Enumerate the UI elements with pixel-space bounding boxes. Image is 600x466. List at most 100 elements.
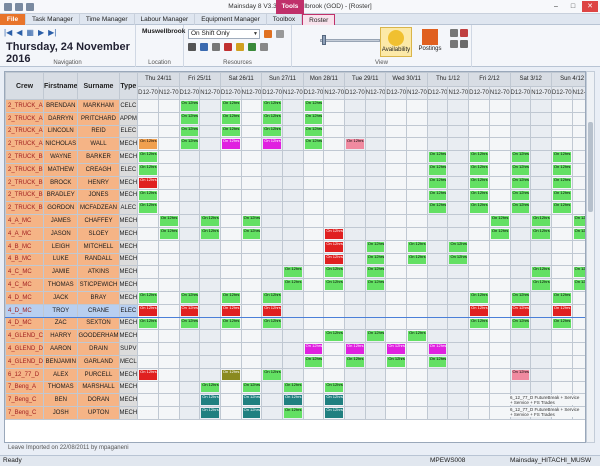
shift-block[interactable]: On 12hrs (159, 216, 178, 226)
shift-cell[interactable] (137, 380, 159, 395)
shift-block[interactable]: On 12hrs (325, 382, 344, 393)
crew-cell[interactable]: 4_D_MC (5, 290, 45, 305)
crew-cell[interactable]: 7_Beng_A (5, 380, 45, 395)
type-cell[interactable]: MECH (118, 252, 139, 267)
shift-cell[interactable] (157, 124, 180, 139)
shift-cell[interactable] (509, 137, 532, 152)
shift-cell[interactable] (240, 188, 263, 203)
shift-cell[interactable] (323, 137, 346, 152)
shift-cell[interactable] (219, 342, 242, 356)
shift-cell[interactable] (406, 380, 428, 395)
shift-cell[interactable] (199, 329, 221, 344)
shift-cell[interactable]: On 12hrs (468, 162, 490, 177)
shift-cell[interactable] (344, 175, 366, 190)
shift-cell[interactable] (261, 329, 283, 344)
surname-cell[interactable]: SEXTON (77, 316, 120, 331)
shift-cell[interactable] (406, 367, 428, 382)
firstname-cell[interactable]: HARRY (43, 329, 79, 344)
shift-cell[interactable] (344, 393, 366, 408)
shift-cell[interactable] (281, 290, 304, 305)
shift-cell[interactable] (302, 303, 325, 318)
shift-cell[interactable] (468, 393, 490, 408)
shift-cell[interactable] (509, 226, 532, 241)
shift-cell[interactable] (530, 380, 552, 395)
shift-cell[interactable] (281, 214, 304, 228)
shift-cell[interactable] (199, 150, 221, 164)
shift-cell[interactable] (281, 316, 304, 331)
shift-cell[interactable] (364, 111, 387, 126)
shift-cell[interactable] (385, 367, 408, 382)
shift-cell[interactable] (302, 239, 325, 254)
previous-icon[interactable]: ◀ (16, 28, 22, 37)
shift-cell[interactable]: On 12hrs (509, 188, 532, 203)
crew-cell[interactable]: 2_TRUCK_A (5, 137, 45, 152)
surname-cell[interactable]: SLOEY (77, 226, 120, 241)
shift-cell[interactable] (137, 252, 159, 267)
shift-block[interactable]: On 12hrs (139, 190, 157, 201)
surname-cell[interactable]: MCFADZEAN (77, 201, 120, 216)
shift-cell[interactable] (530, 124, 552, 139)
shift-block[interactable]: On 12hrs (511, 164, 530, 175)
shift-cell[interactable]: On 12hrs (364, 239, 387, 254)
shift-cell[interactable]: On 12hrs (509, 367, 532, 382)
pen-icon[interactable] (188, 43, 196, 51)
shift-cell[interactable] (406, 406, 428, 420)
shift-block[interactable]: On 12hrs (201, 408, 219, 418)
shift-block[interactable]: On 12hrs (180, 318, 199, 329)
surname-header[interactable]: Surname (77, 72, 120, 100)
shift-cell[interactable] (178, 188, 201, 203)
crew-cell[interactable]: 4_B_MC (5, 252, 45, 267)
type-cell[interactable]: ELEC (118, 162, 139, 177)
shift-cell[interactable] (323, 201, 346, 216)
shift-cell[interactable] (240, 201, 263, 216)
shift-cell[interactable] (240, 175, 263, 190)
shift-cell[interactable] (488, 290, 511, 305)
firstname-cell[interactable]: LINCOLN (43, 124, 79, 139)
shift-cell[interactable] (406, 175, 428, 190)
type-cell[interactable]: MECL (118, 354, 139, 369)
shift-cell[interactable] (406, 162, 428, 177)
roster-row[interactable]: 6_12_77_D ALEX PURCELL MECH On 12hrs On 12hrs… (5, 367, 585, 382)
shift-block[interactable]: On 12hrs (470, 318, 488, 329)
shift-cell[interactable] (344, 278, 366, 292)
surname-cell[interactable]: GARLAND (77, 354, 120, 369)
shift-cell[interactable]: On 12hrs (219, 316, 242, 331)
shift-block[interactable]: On 12hrs (263, 113, 281, 124)
shift-cell[interactable] (447, 265, 470, 280)
shift-cell[interactable]: On 12hrs (302, 111, 325, 126)
surname-cell[interactable]: DORAN (77, 393, 120, 408)
shift-cell[interactable] (571, 99, 585, 113)
shift-cell[interactable] (219, 226, 242, 241)
shift-cell[interactable] (137, 342, 159, 356)
shift-cell[interactable] (219, 265, 242, 280)
shift-block[interactable]: On 12hrs (428, 177, 447, 188)
shift-cell[interactable] (550, 137, 573, 152)
shift-cell[interactable] (385, 99, 408, 113)
shift-cell[interactable] (178, 226, 201, 241)
shift-cell[interactable] (488, 137, 511, 152)
shift-cell[interactable] (385, 380, 408, 395)
shift-cell[interactable] (178, 201, 201, 216)
shift-cell[interactable]: On 12hrs (261, 124, 283, 139)
shift-cell[interactable] (447, 342, 470, 356)
shift-cell[interactable] (385, 124, 408, 139)
shift-cell[interactable] (509, 380, 532, 395)
shift-cell[interactable] (509, 111, 532, 126)
shift-block[interactable]: On 12hrs (408, 241, 426, 252)
shift-cell[interactable] (281, 354, 304, 369)
shift-cell[interactable] (178, 239, 201, 254)
shift-cell[interactable]: On 12hrs (571, 214, 585, 228)
shift-cell[interactable] (385, 329, 408, 344)
shift-cell[interactable] (178, 150, 201, 164)
shift-cell[interactable] (157, 380, 180, 395)
shift-cell[interactable] (468, 214, 490, 228)
shift-cell[interactable] (385, 226, 408, 241)
shift-block[interactable]: On 12hrs (263, 101, 281, 111)
shift-cell[interactable] (550, 226, 573, 241)
view-close-icon[interactable] (460, 29, 468, 37)
shift-cell[interactable]: On 12hrs (199, 406, 221, 420)
shift-cell[interactable] (426, 214, 449, 228)
surname-cell[interactable]: CREAGH (77, 162, 120, 177)
shift-cell[interactable] (157, 175, 180, 190)
shift-cell[interactable] (137, 406, 159, 420)
